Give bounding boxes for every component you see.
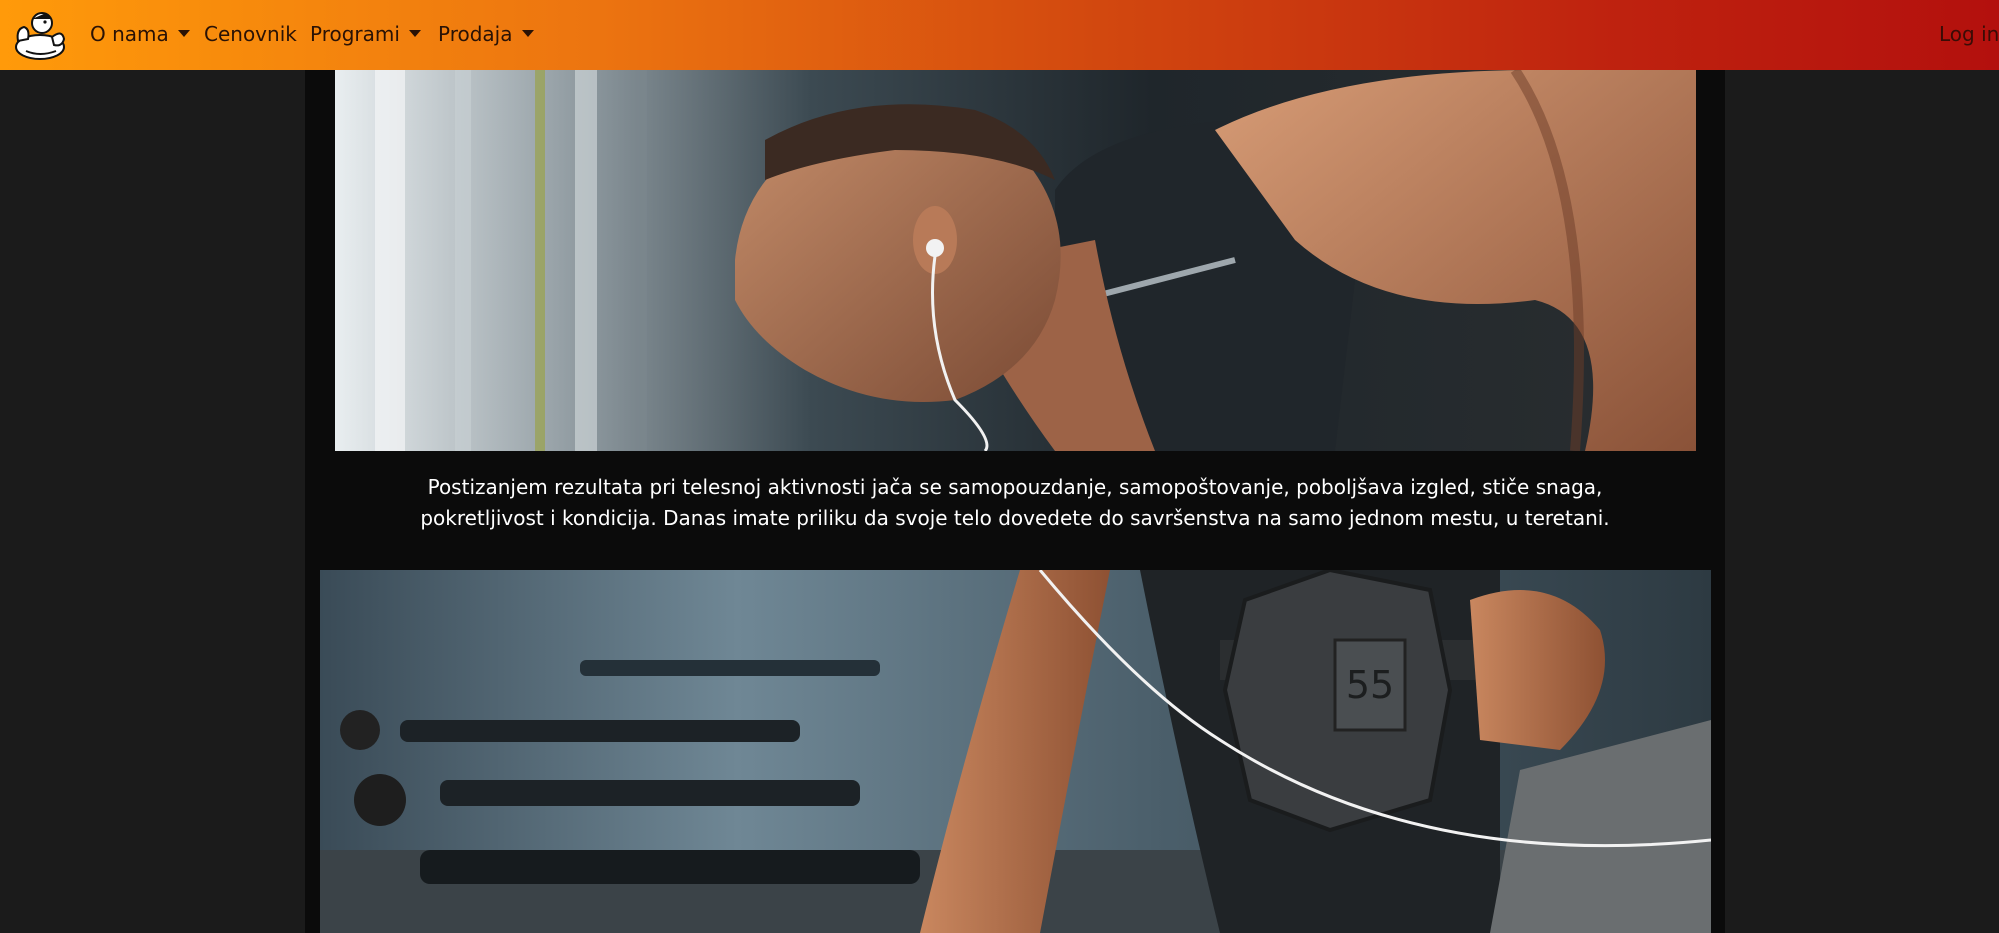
login-link[interactable]: Log in bbox=[1939, 20, 1999, 48]
nav-programi-label: Programi bbox=[310, 22, 400, 46]
dumbbell-image: 55 bbox=[320, 570, 1711, 933]
nav-cenovnik-label: Cenovnik bbox=[204, 22, 297, 46]
nav-programi-dropdown[interactable]: Programi bbox=[310, 20, 421, 48]
chevron-down-icon bbox=[408, 30, 421, 37]
hero-image bbox=[335, 70, 1696, 451]
navbar: O nama Cenovnik Programi Prodaja Log in bbox=[0, 0, 1999, 70]
dumbbell-weight-label: 55 bbox=[1346, 663, 1394, 707]
main-content: Postizanjem rezultata pri telesnoj aktiv… bbox=[305, 70, 1725, 933]
chevron-down-icon bbox=[177, 30, 190, 37]
muscle-mascot-icon[interactable] bbox=[12, 7, 68, 61]
nav-o-nama-dropdown[interactable]: O nama bbox=[90, 20, 190, 48]
intro-paragraph: Postizanjem rezultata pri telesnoj aktiv… bbox=[420, 475, 1610, 530]
nav-prodaja-label: Prodaja bbox=[438, 22, 513, 46]
chevron-down-icon bbox=[521, 30, 534, 37]
nav-o-nama-label: O nama bbox=[90, 22, 169, 46]
nav-prodaja-dropdown[interactable]: Prodaja bbox=[438, 20, 534, 48]
nav-cenovnik-link[interactable]: Cenovnik bbox=[204, 20, 297, 48]
